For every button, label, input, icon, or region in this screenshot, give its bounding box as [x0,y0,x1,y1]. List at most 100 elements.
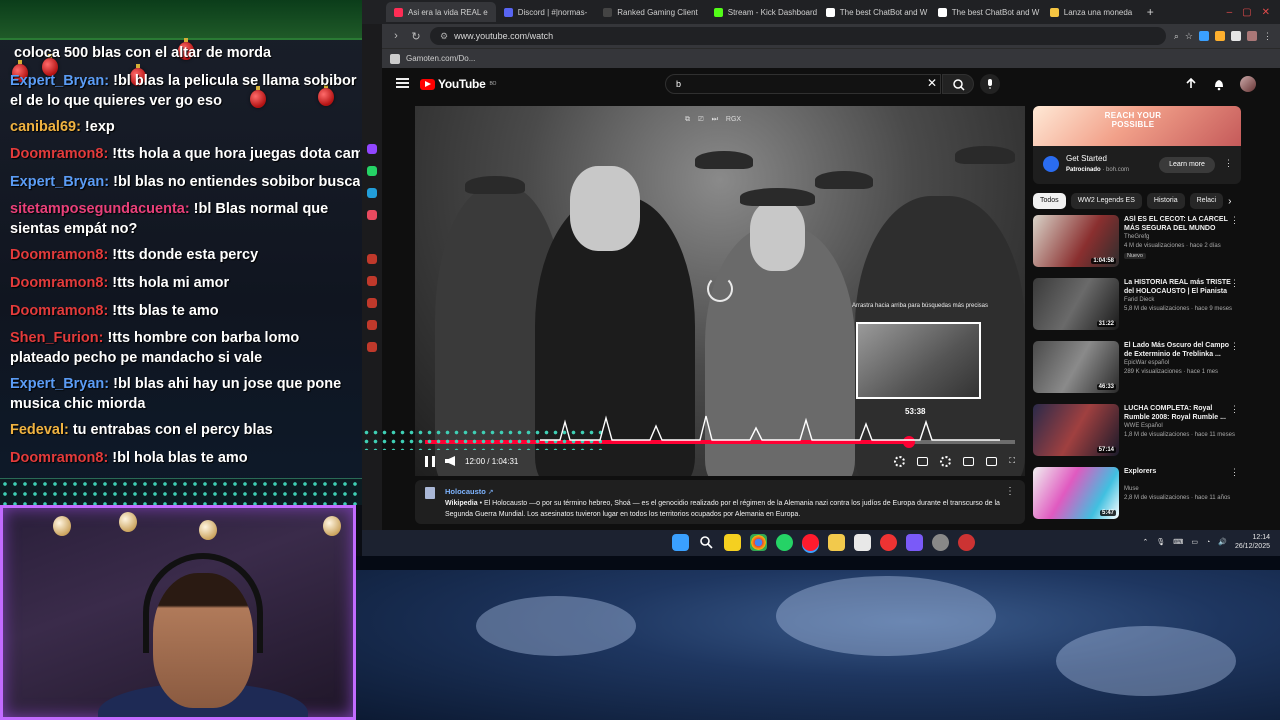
video-title[interactable]: La HISTORIA REAL más TRISTE del HOLOCAUS… [1124,278,1232,296]
app-icon[interactable] [932,534,949,551]
fullscreen-icon[interactable]: ⛶ [1009,456,1015,466]
kebab-menu-icon[interactable]: ⋮ [1230,341,1239,352]
telegram-icon[interactable] [367,188,377,198]
chevron-right-icon[interactable]: › [1228,196,1231,207]
url-input[interactable]: ⚙ www.youtube.com/watch [430,27,1166,45]
minimize-icon[interactable]: – [1227,7,1233,18]
channel-name[interactable]: TheGrefg [1124,234,1149,240]
video-thumbnail[interactable]: 46:33 [1033,341,1119,393]
kebab-menu-icon[interactable]: ⋮ [1224,158,1233,169]
site-info-icon[interactable]: ⚙ [440,31,448,42]
chip-ww2-legends[interactable]: WW2 Legends ES [1070,193,1142,209]
cast-icon[interactable]: ⎚ [698,116,704,124]
reload-icon[interactable]: ↻ [410,30,422,43]
clock[interactable]: 12:14 26/12/2025 [1235,533,1270,551]
start-windows-icon[interactable] [672,534,689,551]
search-icon[interactable] [698,534,715,551]
browser-tab[interactable]: Discord | #|normas- [496,2,596,22]
ad-title[interactable]: Get Started [1066,154,1107,163]
skip-icon[interactable]: ⏭ [712,116,718,124]
twitch-icon[interactable] [367,144,377,154]
clear-search-icon[interactable]: ✕ [927,77,937,89]
settings-icon[interactable] [367,342,377,352]
browser-tab[interactable]: Asi era la vida REAL e [386,2,496,22]
whatsapp-icon[interactable] [367,166,377,176]
video-thumbnail[interactable]: 57:14 [1033,404,1119,456]
wifi-icon[interactable]: ◔ [1206,539,1210,546]
account-avatar[interactable] [1240,76,1256,92]
channel-name[interactable]: Muse [1124,486,1139,492]
ad-banner-image[interactable]: REACH YOUR POSSIBLE [1033,106,1241,146]
browser-tab[interactable]: The best ChatBot and W [818,2,930,22]
recommendation-item[interactable]: 31:22 La HISTORIA REAL más TRISTE del HOL… [1033,278,1241,336]
channel-name[interactable]: Farid Dieck [1124,297,1154,303]
chrome-icon[interactable] [750,534,767,551]
extension-icon[interactable] [1231,31,1241,41]
search-input[interactable]: b [665,74,941,94]
video-title[interactable]: LUCHA COMPLETA: Royal Rumble 2008: Royal… [1124,404,1232,422]
microphone-icon[interactable]: 🎙 [1156,538,1165,546]
whatsapp-icon[interactable] [776,534,793,551]
video-title[interactable]: Explorers [1124,467,1232,476]
miniplayer-icon[interactable]: ⧉ [685,116,690,124]
obs-icon[interactable] [958,534,975,551]
store-icon[interactable] [854,534,871,551]
browser-tab[interactable]: Lanza una moneda [1042,2,1141,22]
subtitles-icon[interactable] [917,456,929,466]
notifications-bell-icon[interactable] [1212,77,1226,91]
video-thumbnail[interactable]: 31:22 [1033,278,1119,330]
file-explorer-icon[interactable] [828,534,845,551]
discord-icon[interactable] [906,534,923,551]
recommendation-item[interactable]: 57:14 LUCHA COMPLETA: Royal Rumble 2008: … [1033,404,1241,462]
profile-icon[interactable] [1247,31,1257,41]
voice-search-button[interactable] [980,74,1000,94]
youtube-logo[interactable]: YouTube BO [420,77,496,91]
info-panel-title-link[interactable]: Holocausto [445,487,486,496]
miniplayer-icon[interactable] [963,456,975,466]
kebab-menu-icon[interactable]: ⋮ [1263,31,1272,42]
browser-tab[interactable]: Stream - Kick Dashboard [706,2,818,22]
display-icon[interactable]: ▭ [1191,538,1198,546]
close-icon[interactable]: ✕ [1262,7,1270,18]
autoplay-toggle-icon[interactable] [894,455,906,467]
sticky-notes-icon[interactable] [724,534,741,551]
app-icon[interactable] [880,534,897,551]
browser-tab[interactable]: The best ChatBot and W [930,2,1042,22]
kebab-menu-icon[interactable]: ⋮ [1230,467,1239,478]
learn-more-button[interactable]: Learn more [1159,157,1215,173]
chip-related[interactable]: Relaci [1189,193,1224,209]
pause-icon[interactable] [425,455,435,467]
kebab-menu-icon[interactable]: ⋮ [1005,486,1015,497]
app-icon[interactable] [367,276,377,286]
settings-gear-icon[interactable] [940,455,952,467]
kebab-menu-icon[interactable]: ⋮ [1230,404,1239,415]
chip-history[interactable]: Historia [1146,193,1185,209]
extension-icon[interactable] [1215,31,1225,41]
channel-name[interactable]: WWE Español [1124,423,1163,429]
hamburger-menu-icon[interactable] [396,78,409,88]
bookmark-item[interactable]: Gamoten.com/Do... [406,54,475,63]
bookmark-star-icon[interactable]: ☆ [1185,31,1193,42]
recommendation-item[interactable]: 5:47 Explorers Muse 2,8 M de visualizacione… [1033,467,1241,525]
browser-tab[interactable]: Ranked Gaming Client [595,2,705,22]
forward-icon[interactable]: › [390,30,402,42]
recommendation-item[interactable]: 1:04:58 ASÍ ES EL CECOT: LA CÁRCEL MÁS SE… [1033,215,1241,273]
kebab-menu-icon[interactable]: ⋮ [1230,278,1239,289]
channel-name[interactable]: EpicWar español [1124,360,1169,366]
video-thumbnail[interactable]: 1:04:58 [1033,215,1119,267]
volume-icon[interactable] [445,456,455,466]
recommendation-item[interactable]: 46:33 El Lado Más Oscuro del Campo de Ext… [1033,341,1241,399]
video-title[interactable]: ASÍ ES EL CECOT: LA CÁRCEL MÁS SEGURA DE… [1124,215,1232,233]
download-icon[interactable] [367,320,377,330]
video-title[interactable]: El Lado Más Oscuro del Campo de Extermin… [1124,341,1232,359]
opera-gx-icon[interactable] [802,534,819,551]
upload-icon[interactable] [1184,77,1198,91]
new-tab-button[interactable]: + [1140,5,1160,19]
zoom-icon[interactable]: ⌕ [1174,31,1179,42]
search-button[interactable] [942,74,974,94]
kebab-menu-icon[interactable]: ⋮ [1230,215,1239,226]
app-icon[interactable] [367,254,377,264]
theater-mode-icon[interactable] [986,456,998,466]
keyboard-icon[interactable]: ⌨ [1173,538,1183,546]
app-icon[interactable] [367,210,377,220]
